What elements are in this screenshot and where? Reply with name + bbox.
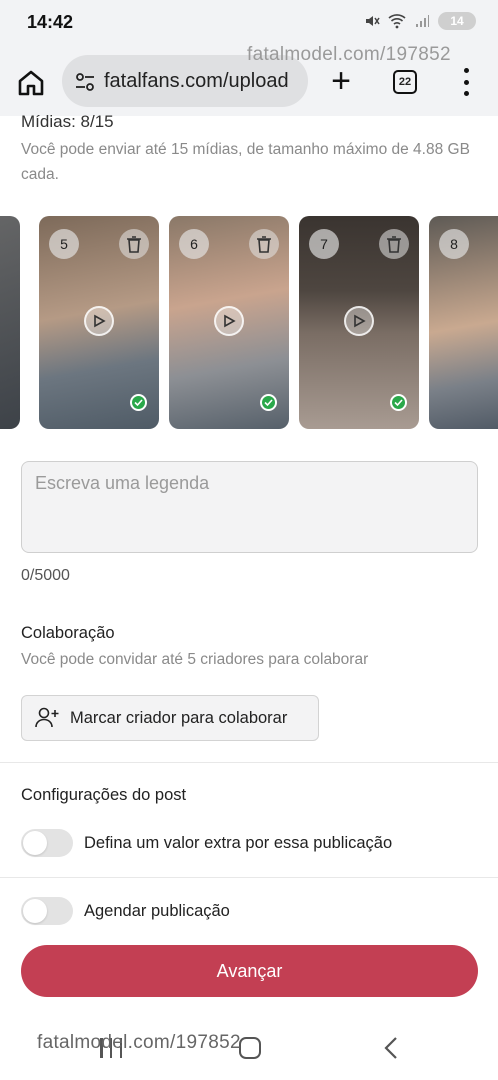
uploaded-check-icon	[130, 394, 147, 411]
trash-icon[interactable]	[379, 229, 409, 259]
collaboration-title: Colaboração	[21, 624, 115, 642]
schedule-label: Agendar publicação	[84, 901, 230, 920]
play-icon[interactable]	[344, 306, 374, 336]
play-icon[interactable]	[84, 306, 114, 336]
media-thumbnail[interactable]: 5	[39, 216, 159, 429]
new-tab-button[interactable]: +	[326, 64, 356, 98]
media-thumbnail-strip[interactable]: 5 6 7 8	[0, 216, 498, 430]
add-user-icon	[35, 707, 59, 728]
next-button[interactable]: Avançar	[21, 945, 478, 997]
post-settings-title: Configurações do post	[21, 786, 187, 804]
browser-menu-button[interactable]	[460, 68, 472, 96]
media-number-badge: 8	[439, 229, 469, 259]
tag-collaborator-label: Marcar criador para colaborar	[70, 708, 288, 727]
divider	[0, 762, 498, 763]
caption-char-count: 0/5000	[21, 567, 70, 584]
media-description: Você pode enviar até 15 mídias, de taman…	[21, 141, 470, 183]
battery-icon: 14	[438, 12, 476, 30]
media-number-badge: 5	[49, 229, 79, 259]
url-text: fatalfans.com/upload	[104, 70, 289, 92]
status-bar: 14:42 14	[0, 0, 498, 46]
collaboration-description: Você pode convidar até 5 criadores para …	[21, 651, 369, 668]
media-number-badge: 7	[309, 229, 339, 259]
extra-value-label: Defina um valor extra por essa publicaçã…	[84, 833, 393, 852]
uploaded-check-icon	[260, 394, 277, 411]
media-thumbnail[interactable]	[0, 216, 20, 429]
home-icon[interactable]	[16, 68, 46, 98]
trash-icon[interactable]	[249, 229, 279, 259]
divider	[0, 877, 498, 878]
media-thumbnail[interactable]: 8	[429, 216, 498, 429]
media-thumbnail[interactable]: 6	[169, 216, 289, 429]
site-settings-icon[interactable]	[74, 71, 96, 93]
mute-icon	[366, 16, 380, 26]
schedule-toggle[interactable]	[21, 897, 73, 925]
caption-field[interactable]	[21, 461, 478, 553]
system-home-button[interactable]	[239, 1037, 261, 1059]
status-time: 14:42	[27, 12, 74, 32]
media-number-badge: 6	[179, 229, 209, 259]
play-icon[interactable]	[214, 306, 244, 336]
status-icons: 14	[364, 12, 476, 30]
back-icon[interactable]	[380, 1034, 404, 1062]
tag-collaborator-button[interactable]: Marcar criador para colaborar	[21, 695, 319, 741]
watermark: fatalmodel.com/197852	[247, 44, 451, 65]
caption-input[interactable]	[22, 462, 477, 552]
extra-value-row: Defina um valor extra por essa publicaçã…	[21, 829, 392, 857]
extra-value-toggle[interactable]	[21, 829, 73, 857]
signal-icon	[416, 15, 429, 27]
watermark: fatalmodel.com/197852	[37, 1032, 241, 1053]
schedule-row: Agendar publicação	[21, 897, 230, 925]
uploaded-check-icon	[390, 394, 407, 411]
media-thumbnail[interactable]: 7	[299, 216, 419, 429]
tab-switcher-button[interactable]: 22	[393, 70, 417, 94]
wifi-icon	[388, 14, 406, 29]
media-count: Mídias: 8/15	[21, 112, 114, 131]
trash-icon[interactable]	[119, 229, 149, 259]
